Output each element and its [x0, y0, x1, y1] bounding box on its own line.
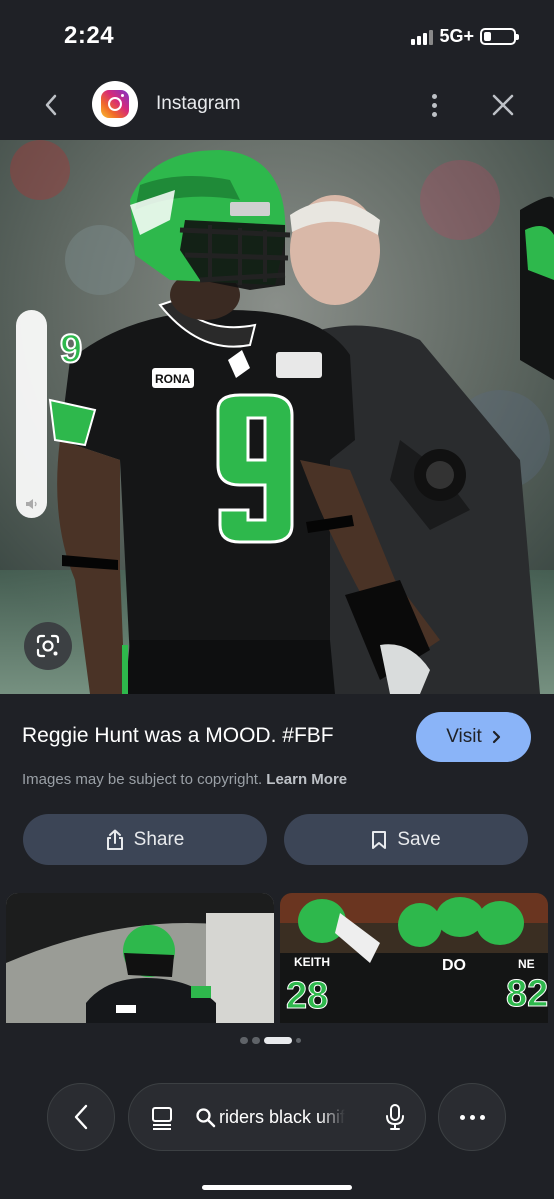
jersey-text: DO: [442, 957, 466, 974]
volume-slider[interactable]: [16, 310, 47, 518]
page-dot: [296, 1038, 301, 1043]
network-label: 5G+: [439, 26, 474, 46]
more-horizontal-icon[interactable]: [438, 1083, 506, 1151]
status-bar: 2:24 5G+: [0, 0, 554, 70]
image-caption: Reggie Hunt was a MOOD. #FBF: [22, 724, 334, 747]
google-lens-button[interactable]: [24, 622, 72, 670]
copyright-notice: Images may be subject to copyright. Lear…: [22, 771, 347, 788]
home-indicator[interactable]: [202, 1185, 352, 1190]
related-image-player: [6, 893, 274, 1023]
visit-button[interactable]: Visit: [416, 712, 531, 762]
source-name[interactable]: Instagram: [156, 93, 240, 115]
player-photo: 9 RONA: [0, 140, 554, 694]
jersey-number: 82: [505, 973, 548, 1016]
speaker-icon: [26, 499, 37, 509]
save-label: Save: [397, 828, 441, 850]
page-dot: [252, 1037, 260, 1044]
related-image[interactable]: [6, 893, 274, 1023]
share-button[interactable]: Share: [23, 814, 267, 865]
bookmark-icon: [372, 830, 387, 849]
close-icon: [492, 94, 514, 116]
svg-text:9: 9: [60, 327, 82, 371]
learn-more-link[interactable]: Learn More: [266, 771, 347, 788]
svg-text:RONA: RONA: [155, 372, 191, 386]
search-query[interactable]: riders black uniform: [219, 1107, 345, 1128]
chevron-left-icon: [74, 1104, 88, 1130]
google-lens-icon: [36, 634, 60, 658]
visit-label: Visit: [446, 726, 482, 747]
instagram-logo[interactable]: [92, 81, 138, 127]
main-image[interactable]: 9 RONA: [0, 140, 554, 694]
copyright-text: Images may be subject to copyright.: [22, 771, 263, 788]
page-dot-active: [264, 1037, 292, 1044]
pagination-dots: [240, 1037, 301, 1044]
page-dot: [240, 1037, 248, 1044]
mic-icon[interactable]: [385, 1103, 405, 1131]
jersey-text: KEITH: [294, 955, 330, 969]
status-indicators: 5G+: [411, 26, 519, 47]
bottom-navigation: riders black uniform: [0, 1083, 554, 1151]
signal-icon: [411, 29, 434, 45]
battery-icon: [480, 28, 519, 45]
status-time: 2:24: [64, 22, 115, 49]
chevron-left-icon: [45, 94, 57, 116]
nav-back-button[interactable]: [47, 1083, 115, 1151]
save-button[interactable]: Save: [284, 814, 528, 865]
close-button[interactable]: [486, 88, 520, 122]
jersey-text: NE: [518, 957, 535, 971]
back-button[interactable]: [34, 88, 68, 122]
viewer-header: Instagram: [0, 70, 554, 140]
tabs-icon[interactable]: [151, 1106, 173, 1130]
share-icon: [106, 829, 123, 850]
jersey-number: 28: [285, 975, 329, 1018]
search-bar[interactable]: riders black uniform: [128, 1083, 426, 1151]
search-icon: [196, 1108, 216, 1128]
related-image[interactable]: KEITH 28 DO NE 82: [280, 893, 548, 1023]
chevron-right-icon: [492, 730, 500, 744]
share-label: Share: [133, 828, 185, 850]
more-vertical-icon[interactable]: [420, 88, 448, 122]
